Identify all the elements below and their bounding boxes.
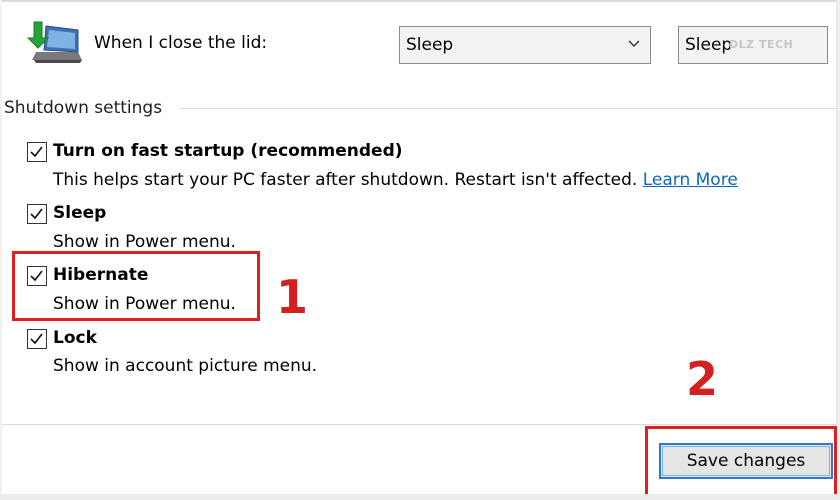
window-bottom-edge [0, 494, 840, 500]
checkmark-icon [30, 333, 43, 345]
watermark: DLZ TECH [729, 38, 794, 51]
chevron-down-icon [628, 40, 640, 47]
lid-plugged-in-select[interactable]: Sleep DLZ TECH [678, 26, 828, 64]
lid-on-battery-select[interactable]: Sleep [399, 26, 651, 64]
lock-checkbox[interactable] [27, 329, 47, 349]
fast-startup-checkbox[interactable] [27, 142, 47, 162]
laptop-lid-icon [26, 21, 82, 63]
learn-more-link[interactable]: Learn More [643, 170, 738, 190]
fast-startup-label: Turn on fast startup (recommended) [53, 141, 403, 161]
sleep-checkbox[interactable] [27, 204, 47, 224]
window-top-edge [0, 0, 840, 2]
sleep-label: Sleep [53, 203, 107, 223]
step-1-annotation: 1 [276, 270, 309, 324]
window-left-edge [0, 0, 2, 500]
lock-description: Show in account picture menu. [53, 356, 318, 376]
checkmark-icon [30, 146, 43, 158]
lock-label: Lock [53, 328, 97, 348]
lid-close-label: When I close the lid: [94, 33, 268, 53]
window-right-edge [836, 0, 840, 500]
fast-startup-desc-text: This helps start your PC faster after sh… [53, 170, 638, 190]
hibernate-highlight-box [12, 251, 260, 321]
save-changes-button[interactable]: Save changes [659, 443, 833, 479]
sleep-description: Show in Power menu. [53, 232, 236, 252]
fast-startup-description: This helps start your PC faster after sh… [53, 170, 738, 190]
lid-on-battery-value: Sleep [406, 35, 454, 55]
footer-divider [2, 424, 836, 425]
shutdown-settings-heading: Shutdown settings [4, 98, 171, 118]
lid-plugged-in-value: Sleep [685, 35, 733, 55]
section-divider [180, 108, 836, 109]
step-2-annotation: 2 [686, 352, 719, 406]
checkmark-icon [30, 208, 43, 220]
